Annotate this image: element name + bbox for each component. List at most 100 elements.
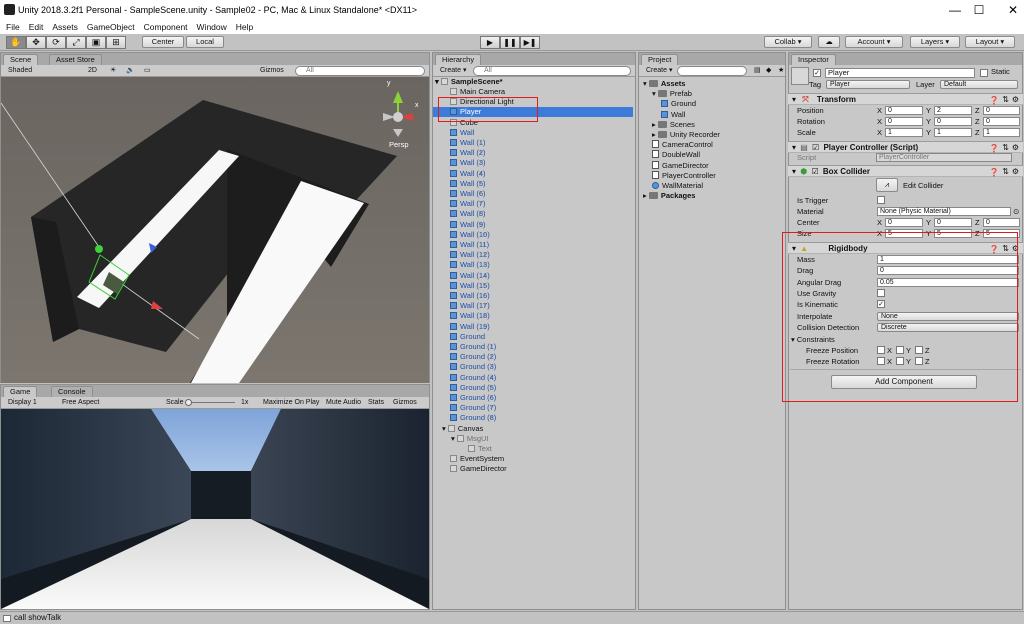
chevron-right-icon[interactable]: › <box>479 332 481 342</box>
menu-component[interactable]: Component <box>144 22 188 32</box>
play-icon[interactable]: ▶ <box>480 36 500 49</box>
hierarchy-item[interactable]: Wall (6) › <box>433 189 486 199</box>
component-enabled-checkbox[interactable]: ☑ <box>812 143 819 152</box>
chevron-right-icon[interactable]: › <box>483 301 485 311</box>
transform-tool-icon[interactable]: ⊞ <box>106 36 126 49</box>
chevron-right-icon[interactable]: › <box>483 322 485 332</box>
chevron-right-icon[interactable]: › <box>479 189 481 199</box>
hierarchy-item[interactable]: Wall (17) › <box>433 301 490 311</box>
chevron-right-icon[interactable]: › <box>479 169 481 179</box>
chevron-right-icon[interactable]: › <box>483 240 485 250</box>
game-gizmos-dropdown[interactable]: Gizmos <box>390 398 420 408</box>
hierarchy-item[interactable]: Ground (3) › <box>433 362 496 372</box>
material-field[interactable]: None (Physic Material) <box>877 207 1011 216</box>
menu-file[interactable]: File <box>6 22 20 32</box>
shading-dropdown[interactable]: Shaded <box>5 66 71 76</box>
chevron-right-icon[interactable]: › <box>483 291 485 301</box>
mute-audio-toggle[interactable]: Mute Audio <box>323 398 364 408</box>
hierarchy-item[interactable]: Wall (15) › <box>433 281 490 291</box>
audio-icon[interactable]: 🔈 <box>123 66 138 76</box>
hierarchy-item[interactable]: Ground (7) › <box>433 403 496 413</box>
hierarchy-item[interactable]: Wall (8) › <box>433 209 486 219</box>
account-dropdown[interactable]: Account ▾ <box>845 36 903 48</box>
hierarchy-item[interactable]: Wall (18) › <box>433 311 490 321</box>
chevron-right-icon[interactable]: › <box>483 271 485 281</box>
chevron-right-icon[interactable]: › <box>490 352 492 362</box>
scene-root-row[interactable]: ▾ SampleScene* <box>435 77 503 87</box>
layout-dropdown[interactable]: Layout ▾ <box>965 36 1015 48</box>
filter-type-icon[interactable]: ▤ <box>751 66 764 76</box>
fold-arrow-icon[interactable]: ▸ <box>652 130 658 139</box>
hierarchy-item[interactable]: Ground › <box>433 332 485 342</box>
scale-slider[interactable] <box>187 402 235 403</box>
chevron-right-icon[interactable]: › <box>483 230 485 240</box>
tab-hierarchy[interactable]: Hierarchy <box>435 54 482 65</box>
project-item[interactable]: ▸ Packages <box>639 191 695 201</box>
tab-console[interactable]: Console <box>51 386 93 397</box>
favorite-icon[interactable]: ★ <box>775 66 787 76</box>
preset-icon[interactable]: ⇅ <box>1002 166 1009 177</box>
chevron-right-icon[interactable]: › <box>479 179 481 189</box>
rect-tool-icon[interactable]: ▣ <box>86 36 106 49</box>
rot-z-field[interactable]: 0 <box>983 117 1020 126</box>
menu-gameobject[interactable]: GameObject <box>87 22 135 32</box>
scale-z-field[interactable]: 1 <box>983 128 1020 137</box>
step-icon[interactable]: ▶❚ <box>520 36 540 49</box>
hierarchy-item[interactable]: Wall (16) › <box>433 291 490 301</box>
chevron-right-icon[interactable]: › <box>490 373 492 383</box>
fold-arrow-icon[interactable]: ▸ <box>652 120 658 129</box>
hierarchy-item[interactable]: Ground (5) › <box>433 383 496 393</box>
chevron-right-icon[interactable]: › <box>490 362 492 372</box>
chevron-right-icon[interactable]: › <box>483 281 485 291</box>
rotate-tool-icon[interactable]: ⟳ <box>46 36 66 49</box>
hierarchy-item[interactable]: Ground (2) › <box>433 352 496 362</box>
hierarchy-item[interactable]: Wall (2) › <box>433 148 486 158</box>
chevron-right-icon[interactable]: › <box>483 260 485 270</box>
chevron-right-icon[interactable]: › <box>479 199 481 209</box>
toggle-2d-button[interactable]: 2D <box>85 66 100 76</box>
cloud-icon[interactable]: ☁ <box>818 36 840 48</box>
scale-tool-icon[interactable]: ⤢ <box>66 36 86 49</box>
hierarchy-create-dropdown[interactable]: Create ▾ <box>437 66 469 76</box>
effects-icon[interactable]: ▭ <box>141 66 154 76</box>
hierarchy-item[interactable]: Wall (5) › <box>433 179 486 189</box>
pivot-local-button[interactable]: Local <box>186 36 224 48</box>
project-item[interactable]: DoubleWall <box>639 150 700 160</box>
project-create-dropdown[interactable]: Create ▾ <box>643 66 675 76</box>
stats-toggle[interactable]: Stats <box>365 398 387 408</box>
close-button[interactable]: ✕ <box>990 0 1024 20</box>
hierarchy-item[interactable]: GameDirector <box>433 464 507 474</box>
chevron-right-icon[interactable]: › <box>490 383 492 393</box>
chevron-right-icon[interactable]: › <box>483 311 485 321</box>
hierarchy-item[interactable]: Ground (4) › <box>433 373 496 383</box>
rot-x-field[interactable]: 0 <box>885 117 923 126</box>
project-item[interactable]: ▸ Scenes <box>639 120 695 130</box>
preset-icon[interactable]: ⇅ <box>1002 94 1009 105</box>
hierarchy-item[interactable]: Wall (11) › <box>433 240 489 250</box>
hierarchy-item[interactable]: Wall (13) › <box>433 260 490 270</box>
fold-arrow-icon[interactable]: ▾ <box>652 89 658 98</box>
static-checkbox[interactable] <box>980 69 988 77</box>
transform-header[interactable]: ▾ ⤧ Transform ❓ ⇅ ⚙ <box>788 93 1023 105</box>
tab-game[interactable]: Game <box>3 386 38 397</box>
layers-dropdown[interactable]: Layers ▾ <box>910 36 960 48</box>
fold-arrow-icon[interactable]: ▸ <box>643 191 649 200</box>
hierarchy-item[interactable]: Wall (3) › <box>433 158 486 168</box>
pause-icon[interactable]: ❚❚ <box>500 36 520 49</box>
pos-z-field[interactable]: 0 <box>983 106 1020 115</box>
project-item[interactable]: Wall <box>639 110 685 120</box>
scene-search-input[interactable]: All <box>295 66 425 76</box>
display-dropdown[interactable]: Display 1 <box>5 398 55 408</box>
hierarchy-item[interactable]: ▾ Canvas <box>433 424 483 434</box>
hierarchy-item[interactable]: Wall (19) › <box>433 322 490 332</box>
edit-collider-button[interactable]: ⩘ <box>876 178 898 192</box>
center-x-field[interactable]: 0 <box>885 218 923 227</box>
tab-scene[interactable]: Scene <box>3 54 39 65</box>
hierarchy-item[interactable]: Wall (4) › <box>433 169 486 179</box>
player-controller-header[interactable]: ▾ ▤ ☑ Player Controller (Script) ❓ ⇅ ⚙ <box>788 141 1023 153</box>
collab-button[interactable]: Collab ▾ <box>764 36 812 48</box>
scene-viewport[interactable]: y x Persp <box>1 77 429 383</box>
pos-x-field[interactable]: 0 <box>885 106 923 115</box>
chevron-right-icon[interactable]: › <box>479 209 481 219</box>
hand-tool-icon[interactable]: ✋ <box>6 36 26 49</box>
